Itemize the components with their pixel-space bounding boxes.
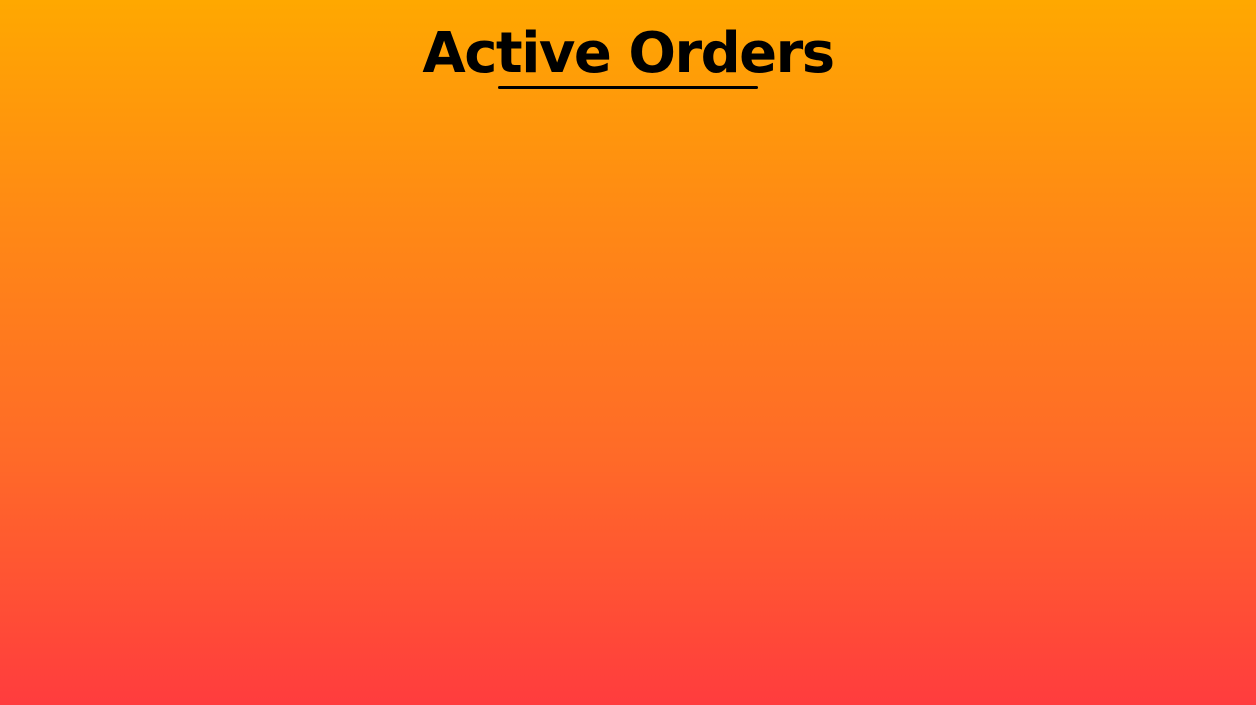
active-orders-page: Active Orders: [0, 0, 1256, 705]
title-underline: [498, 86, 758, 89]
page-title: Active Orders: [422, 21, 835, 86]
orders-list: [0, 110, 1256, 705]
page-header: Active Orders: [0, 0, 1256, 110]
